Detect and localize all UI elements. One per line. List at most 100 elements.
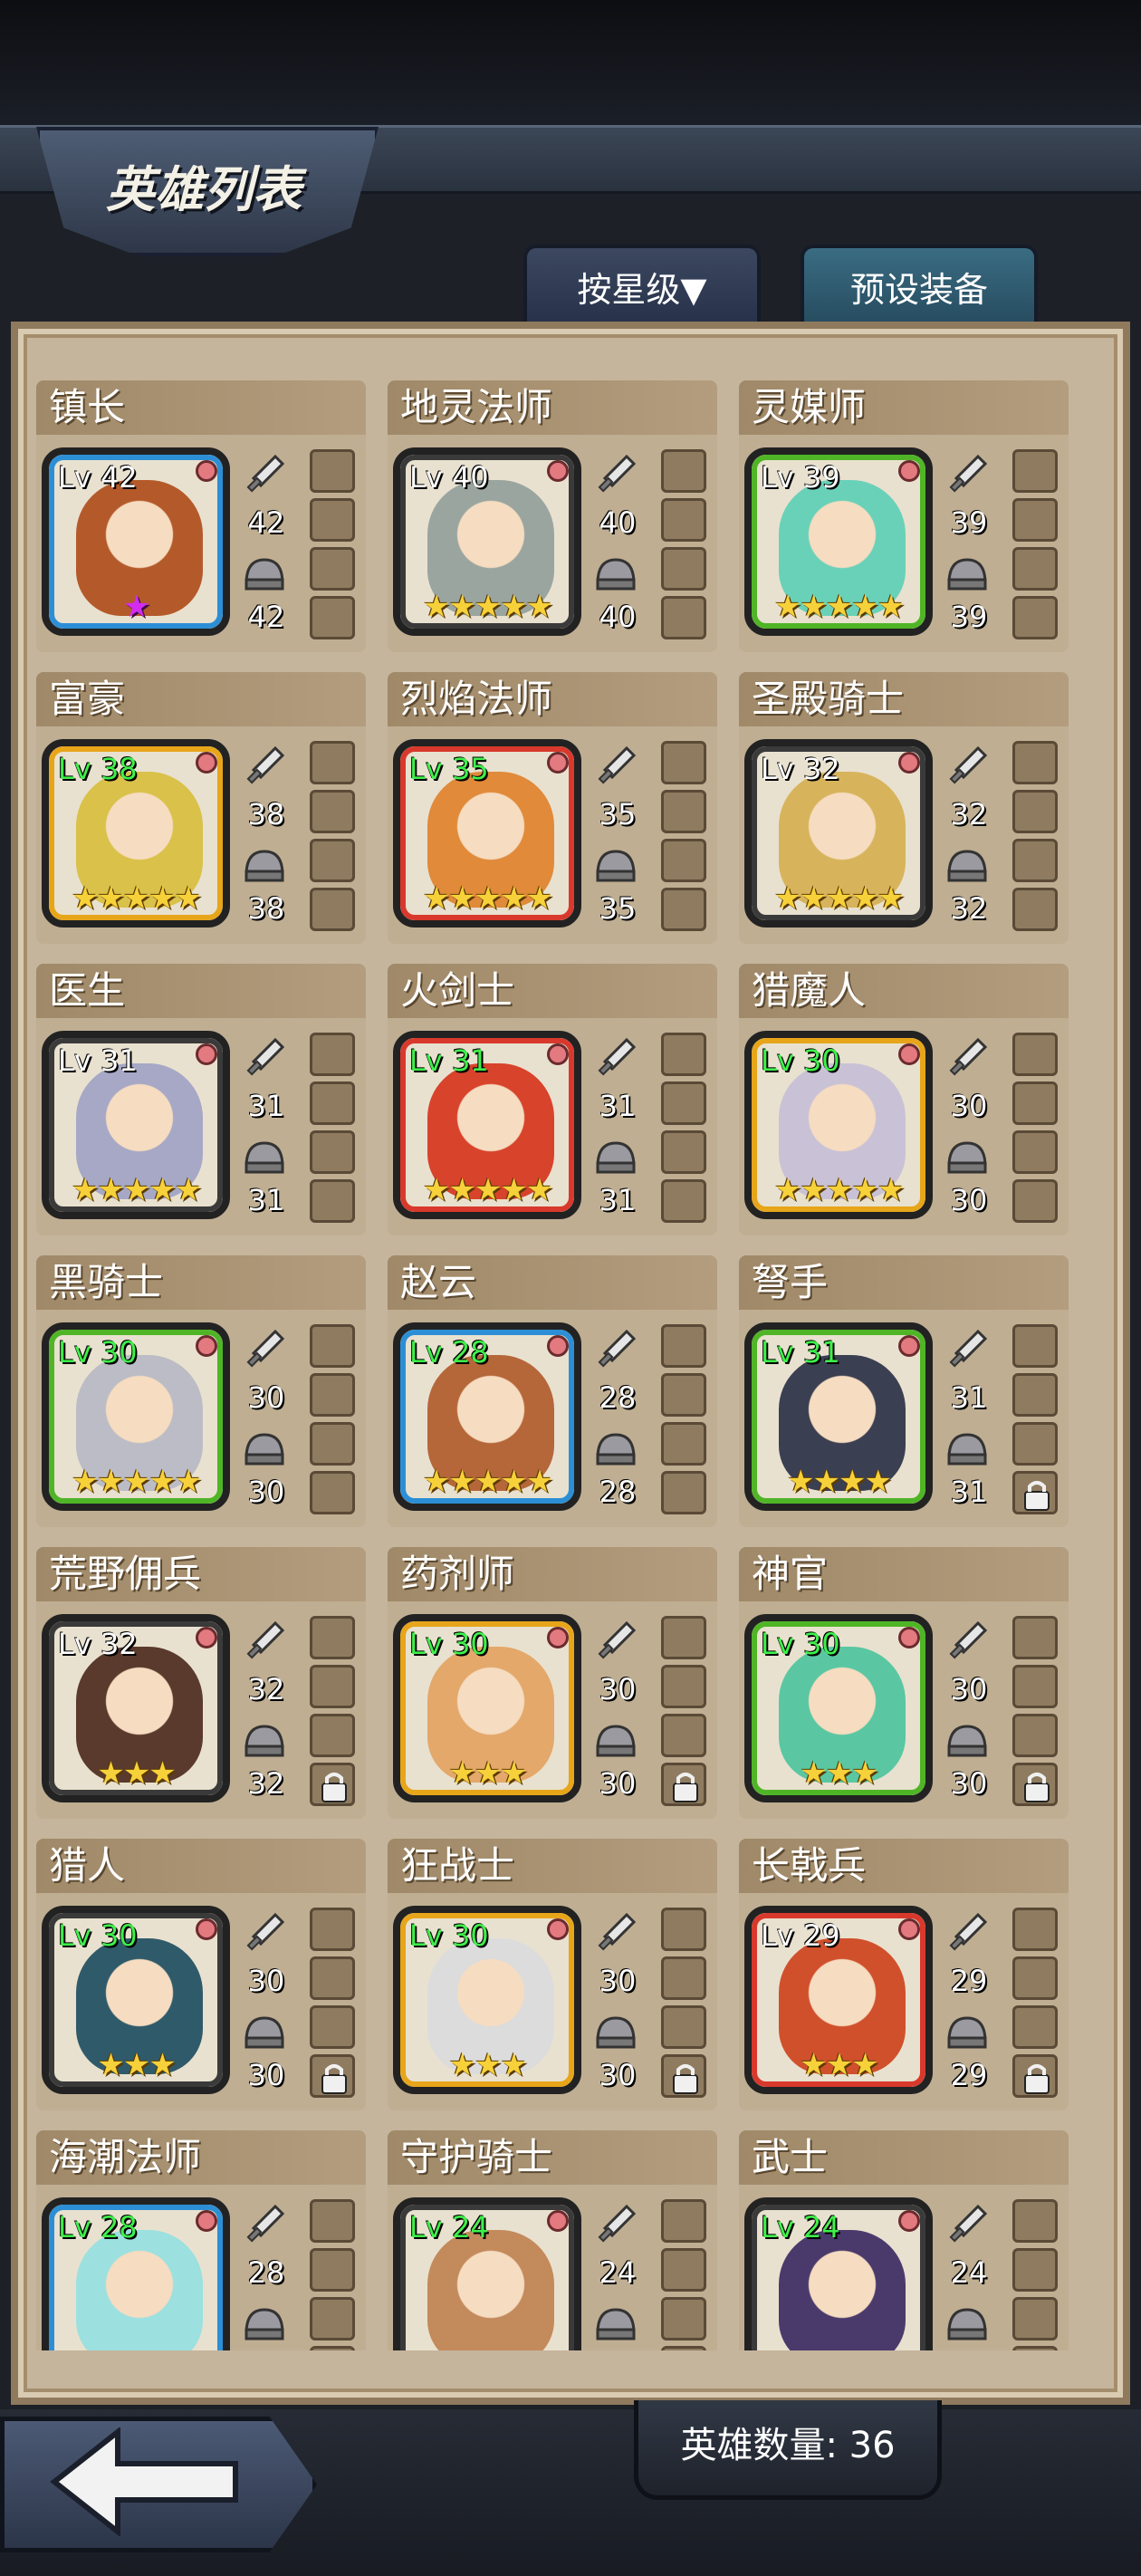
equipment-slot[interactable] xyxy=(1012,596,1058,639)
hero-portrait[interactable]: Lv 31 ★★★★ xyxy=(744,1322,933,1511)
equipment-slot[interactable] xyxy=(661,1033,706,1076)
equipment-slot[interactable] xyxy=(1012,2054,1058,2098)
equipment-slot[interactable] xyxy=(1012,1616,1058,1659)
equipment-slot[interactable] xyxy=(661,1714,706,1757)
equipment-slot[interactable] xyxy=(310,839,355,882)
hero-card[interactable]: 火剑士 Lv 31 ★★★★★ 31 31 xyxy=(388,964,717,1235)
equipment-slot[interactable] xyxy=(661,790,706,833)
hero-card[interactable]: 神官 Lv 30 ★★★ 30 30 xyxy=(739,1547,1069,1819)
equipment-slot[interactable] xyxy=(1012,1956,1058,2000)
equipment-slot[interactable] xyxy=(1012,2005,1058,2049)
hero-portrait[interactable]: Lv 31 ★★★★★ xyxy=(42,1031,230,1219)
sort-by-stars-button[interactable]: 按星级▼ xyxy=(523,245,761,328)
hero-card[interactable]: 医生 Lv 31 ★★★★★ 31 31 xyxy=(36,964,366,1235)
equipment-slot[interactable] xyxy=(1012,1373,1058,1417)
hero-portrait[interactable]: Lv 30 ★★★★★ xyxy=(42,1322,230,1511)
equipment-slot[interactable] xyxy=(310,1714,355,1757)
equipment-slot[interactable] xyxy=(1012,1130,1058,1174)
hero-card[interactable]: 赵云 Lv 28 ★★★★★ 28 28 xyxy=(388,1255,717,1527)
equipment-slot[interactable] xyxy=(310,888,355,931)
equipment-slot[interactable] xyxy=(1012,498,1058,542)
equipment-slot[interactable] xyxy=(1012,449,1058,493)
hero-portrait[interactable]: Lv 38 ★★★★★ xyxy=(42,739,230,928)
hero-card[interactable]: 猎魔人 Lv 30 ★★★★★ 30 30 xyxy=(739,964,1069,1235)
equipment-slot[interactable] xyxy=(310,1471,355,1514)
hero-card[interactable]: 猎人 Lv 30 ★★★ 30 30 xyxy=(36,1839,366,2110)
equipment-slot[interactable] xyxy=(661,2054,706,2098)
equipment-slot[interactable] xyxy=(661,1130,706,1174)
hero-portrait[interactable]: Lv 24 xyxy=(393,2197,581,2350)
equipment-slot[interactable] xyxy=(310,1616,355,1659)
equipment-slot[interactable] xyxy=(661,888,706,931)
equipment-slot[interactable] xyxy=(310,1130,355,1174)
equipment-slot[interactable] xyxy=(1012,1081,1058,1125)
equipment-slot[interactable] xyxy=(310,2297,355,2341)
hero-portrait[interactable]: Lv 30 ★★★★★ xyxy=(744,1031,933,1219)
equipment-slot[interactable] xyxy=(661,1081,706,1125)
equipment-slot[interactable] xyxy=(1012,2199,1058,2243)
hero-card[interactable]: 药剂师 Lv 30 ★★★ 30 30 xyxy=(388,1547,717,1819)
equipment-slot[interactable] xyxy=(661,2346,706,2350)
equipment-slot[interactable] xyxy=(1012,1033,1058,1076)
equipment-slot[interactable] xyxy=(310,1665,355,1708)
equipment-slot[interactable] xyxy=(310,596,355,639)
hero-card[interactable]: 烈焰法师 Lv 35 ★★★★★ 35 35 xyxy=(388,672,717,944)
hero-portrait[interactable]: Lv 28 xyxy=(42,2197,230,2350)
equipment-slot[interactable] xyxy=(1012,2248,1058,2292)
equipment-slot[interactable] xyxy=(310,1324,355,1368)
equipment-slot[interactable] xyxy=(661,1422,706,1466)
hero-card[interactable]: 长戟兵 Lv 29 ★★★ 29 29 xyxy=(739,1839,1069,2110)
equipment-slot[interactable] xyxy=(310,2199,355,2243)
equipment-slot[interactable] xyxy=(661,449,706,493)
equipment-slot[interactable] xyxy=(661,1665,706,1708)
equipment-slot[interactable] xyxy=(661,1471,706,1514)
hero-card[interactable]: 灵媒师 Lv 39 ★★★★★ 39 39 xyxy=(739,380,1069,652)
hero-card[interactable]: 地灵法师 Lv 40 ★★★★★ 40 40 xyxy=(388,380,717,652)
equipment-slot[interactable] xyxy=(310,741,355,784)
hero-card[interactable]: 守护骑士 Lv 24 24 xyxy=(388,2130,717,2350)
equipment-slot[interactable] xyxy=(661,547,706,591)
equipment-slot[interactable] xyxy=(310,1179,355,1223)
equipment-slot[interactable] xyxy=(310,449,355,493)
equipment-slot[interactable] xyxy=(310,1422,355,1466)
equipment-slot[interactable] xyxy=(310,2346,355,2350)
hero-card[interactable]: 荒野佣兵 Lv 32 ★★★ 32 32 xyxy=(36,1547,366,1819)
hero-portrait[interactable]: Lv 30 ★★★ xyxy=(393,1906,581,2094)
hero-card[interactable]: 狂战士 Lv 30 ★★★ 30 30 xyxy=(388,1839,717,2110)
equipment-slot[interactable] xyxy=(661,839,706,882)
hero-portrait[interactable]: Lv 32 ★★★★★ xyxy=(744,739,933,928)
equipment-slot[interactable] xyxy=(661,2297,706,2341)
equipment-slot[interactable] xyxy=(661,2005,706,2049)
equipment-slot[interactable] xyxy=(661,1908,706,1951)
equipment-slot[interactable] xyxy=(661,2199,706,2243)
hero-portrait[interactable]: Lv 30 ★★★ xyxy=(744,1614,933,1802)
equipment-slot[interactable] xyxy=(310,1763,355,1806)
equipment-slot[interactable] xyxy=(310,1373,355,1417)
equipment-slot[interactable] xyxy=(1012,1179,1058,1223)
hero-portrait[interactable]: Lv 30 ★★★ xyxy=(42,1906,230,2094)
equipment-slot[interactable] xyxy=(661,1324,706,1368)
equipment-slot[interactable] xyxy=(661,1763,706,1806)
equipment-slot[interactable] xyxy=(661,2248,706,2292)
hero-card[interactable]: 富豪 Lv 38 ★★★★★ 38 38 xyxy=(36,672,366,944)
hero-portrait[interactable]: Lv 39 ★★★★★ xyxy=(744,447,933,636)
hero-card[interactable]: 黑骑士 Lv 30 ★★★★★ 30 30 xyxy=(36,1255,366,1527)
hero-card[interactable]: 圣殿骑士 Lv 32 ★★★★★ 32 32 xyxy=(739,672,1069,944)
equipment-slot[interactable] xyxy=(310,1956,355,2000)
equipment-slot[interactable] xyxy=(1012,1763,1058,1806)
hero-card[interactable]: 镇长 Lv 42 ★ 42 42 xyxy=(36,380,366,652)
hero-portrait[interactable]: Lv 31 ★★★★★ xyxy=(393,1031,581,1219)
hero-portrait[interactable]: Lv 28 ★★★★★ xyxy=(393,1322,581,1511)
equipment-slot[interactable] xyxy=(661,1616,706,1659)
preset-equipment-button[interactable]: 预设装备 xyxy=(801,245,1038,328)
equipment-slot[interactable] xyxy=(1012,2297,1058,2341)
equipment-slot[interactable] xyxy=(1012,1665,1058,1708)
equipment-slot[interactable] xyxy=(1012,1422,1058,1466)
hero-portrait[interactable]: Lv 35 ★★★★★ xyxy=(393,739,581,928)
equipment-slot[interactable] xyxy=(661,1179,706,1223)
equipment-slot[interactable] xyxy=(310,498,355,542)
equipment-slot[interactable] xyxy=(1012,547,1058,591)
equipment-slot[interactable] xyxy=(1012,1471,1058,1514)
equipment-slot[interactable] xyxy=(310,790,355,833)
hero-portrait[interactable]: Lv 24 xyxy=(744,2197,933,2350)
